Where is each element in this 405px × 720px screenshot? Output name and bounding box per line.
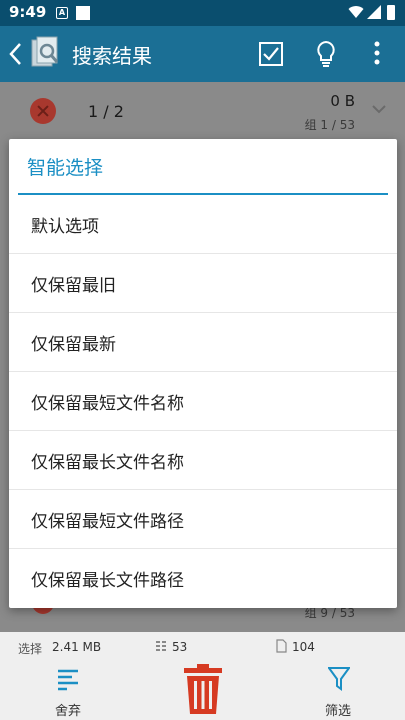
option-label: 仅保留最长文件路径 xyxy=(31,571,184,591)
more-vert-icon[interactable] xyxy=(372,40,382,66)
app-logo-icon xyxy=(31,36,59,67)
option-keep-oldest[interactable]: 仅保留最旧 xyxy=(9,254,397,313)
chevron-down-icon[interactable] xyxy=(371,104,387,114)
option-keep-longest-name[interactable]: 仅保留最长文件名称 xyxy=(9,431,397,490)
filter-button[interactable]: 筛选 xyxy=(310,664,366,719)
summary-files: 104 xyxy=(292,640,315,654)
delete-group-icon[interactable] xyxy=(30,98,56,124)
app-bar: 搜索结果 xyxy=(0,26,405,82)
discard-button[interactable]: 舍弃 xyxy=(40,664,96,719)
option-label: 仅保留最短文件路径 xyxy=(31,512,184,532)
group-index: 组 1 / 53 xyxy=(304,118,355,132)
discard-label: 舍弃 xyxy=(54,704,81,719)
option-keep-shortest-path[interactable]: 仅保留最短文件路径 xyxy=(9,490,397,549)
option-label: 默认选项 xyxy=(31,217,99,237)
filter-icon xyxy=(328,667,350,691)
option-keep-shortest-name[interactable]: 仅保留最短文件名称 xyxy=(9,372,397,431)
dialog-title: 智能选择 xyxy=(27,157,104,179)
bottom-toolbar: 舍弃 筛选 xyxy=(0,660,405,720)
option-label: 仅保留最短文件名称 xyxy=(31,394,184,414)
notification-square-icon xyxy=(76,6,90,20)
group-size: 0 B xyxy=(330,92,355,110)
signal-icon xyxy=(367,5,381,19)
option-label: 仅保留最旧 xyxy=(31,276,116,296)
page-title: 搜索结果 xyxy=(72,44,152,68)
option-keep-newest[interactable]: 仅保留最新 xyxy=(9,313,397,372)
option-label: 仅保留最新 xyxy=(31,335,116,355)
groups-icon xyxy=(156,641,166,651)
filter-label: 筛选 xyxy=(324,704,351,719)
summary-groups: 53 xyxy=(172,640,188,654)
group-count: 1 / 2 xyxy=(88,102,124,121)
status-bar: 9:49 A xyxy=(0,0,405,26)
file-icon xyxy=(276,639,287,653)
lightbulb-icon[interactable] xyxy=(314,40,338,68)
summary-label: 选择 xyxy=(18,642,43,656)
group-row[interactable]: 1 / 2 0 B 组 1 / 53 xyxy=(0,82,405,140)
option-default[interactable]: 默认选项 xyxy=(9,195,397,254)
smart-select-dialog: 智能选择 默认选项 仅保留最旧 仅保留最新 仅保留最短文件名称 仅保留最长文件名… xyxy=(9,139,397,608)
notification-a-icon: A xyxy=(56,7,68,19)
option-label: 仅保留最长文件名称 xyxy=(31,453,184,473)
summary-size: 2.41 MB xyxy=(52,640,102,654)
wifi-icon xyxy=(348,6,364,19)
selection-summary: 选择 2.41 MB 53 104 xyxy=(0,632,405,660)
battery-icon xyxy=(387,5,395,20)
back-arrow-icon[interactable] xyxy=(8,42,22,66)
discard-icon xyxy=(58,669,78,691)
option-keep-longest-path[interactable]: 仅保留最长文件路径 xyxy=(9,549,397,608)
checkbox-icon[interactable] xyxy=(258,41,284,67)
status-time: 9:49 xyxy=(9,3,47,21)
trash-icon[interactable] xyxy=(182,664,224,716)
